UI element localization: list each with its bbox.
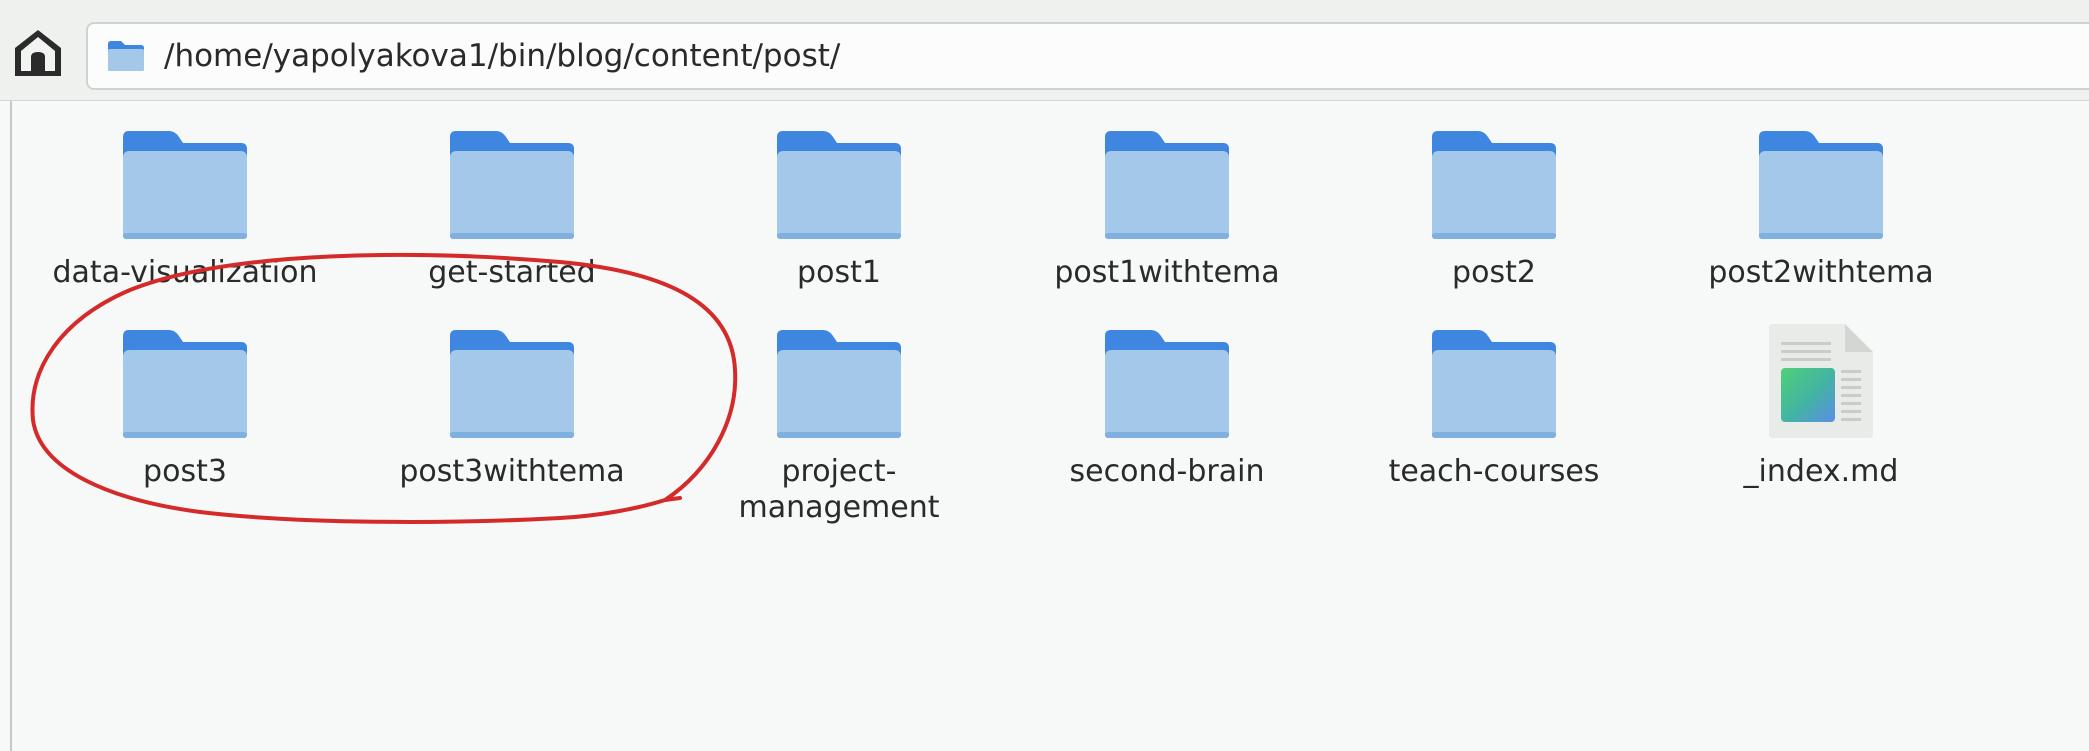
- item-label: second-brain: [1069, 454, 1265, 489]
- item-label: post2: [1452, 255, 1536, 290]
- item-label: project- management: [738, 454, 940, 525]
- folder-icon: [1092, 123, 1242, 241]
- folder-icon: [437, 123, 587, 241]
- file-grid: data-visualization get-started post1 post1w…: [12, 101, 2089, 751]
- folder-icon: [1419, 123, 1569, 241]
- address-path[interactable]: /home/yapolyakova1/bin/blog/content/post…: [164, 38, 840, 74]
- folder-item[interactable]: post3: [30, 322, 340, 490]
- folder-icon: [1092, 322, 1242, 440]
- item-label: post3: [143, 454, 227, 489]
- folder-item[interactable]: post1withtema: [1012, 123, 1322, 291]
- home-button[interactable]: [8, 24, 68, 86]
- item-label: _index.md: [1743, 454, 1899, 489]
- home-icon: [11, 26, 65, 84]
- file-item[interactable]: _index.md: [1666, 322, 1976, 490]
- folder-icon: [110, 322, 260, 440]
- folder-item[interactable]: post2: [1339, 123, 1649, 291]
- folder-icon: [106, 39, 148, 73]
- folder-icon: [1419, 322, 1569, 440]
- folder-item[interactable]: post3withtema: [357, 322, 667, 490]
- folder-item[interactable]: post2withtema: [1666, 123, 1976, 291]
- address-bar[interactable]: /home/yapolyakova1/bin/blog/content/post…: [86, 22, 2089, 90]
- markdown-file-icon: [1746, 322, 1896, 440]
- folder-icon: [764, 123, 914, 241]
- folder-icon: [764, 322, 914, 440]
- folder-item[interactable]: data-visualization: [30, 123, 340, 291]
- item-label: post1: [797, 255, 881, 290]
- folder-icon: [1746, 123, 1896, 241]
- folder-item[interactable]: get-started: [357, 123, 667, 291]
- folder-item[interactable]: post1: [684, 123, 994, 291]
- folder-item[interactable]: project- management: [684, 322, 994, 526]
- folder-icon: [110, 123, 260, 241]
- folder-icon: [437, 322, 587, 440]
- item-label: teach-courses: [1388, 454, 1600, 489]
- item-label: get-started: [428, 255, 596, 290]
- item-label: data-visualization: [52, 255, 318, 290]
- item-label: post2withtema: [1708, 255, 1934, 290]
- item-label: post1withtema: [1054, 255, 1280, 290]
- folder-item[interactable]: teach-courses: [1339, 322, 1649, 490]
- item-label: post3withtema: [399, 454, 625, 489]
- folder-item[interactable]: second-brain: [1012, 322, 1322, 490]
